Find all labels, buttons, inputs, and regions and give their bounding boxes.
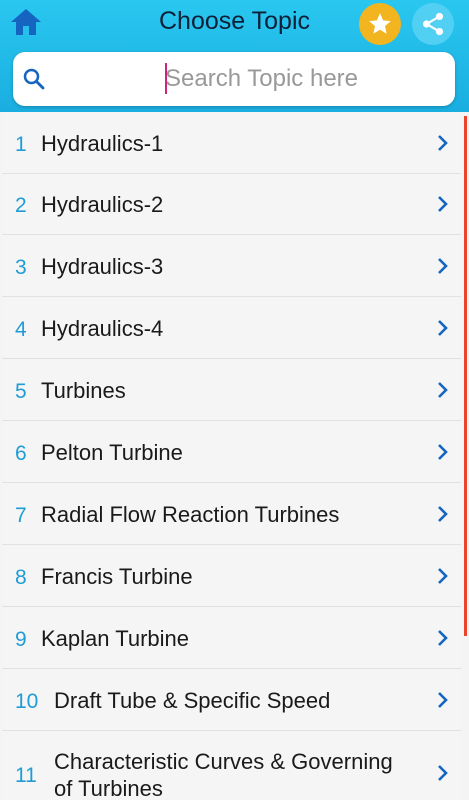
item-number: 2 (15, 194, 27, 217)
list-item[interactable]: 10 Draft Tube & Specific Speed (2, 670, 461, 731)
topic-list[interactable]: 1 Hydraulics-1 2 Hydraulics-2 3 Hydrauli… (0, 112, 469, 800)
item-label: Pelton Turbine (41, 440, 183, 465)
item-number: 11 (15, 764, 37, 787)
search-bar[interactable] (13, 52, 455, 106)
item-number: 5 (15, 380, 27, 403)
chevron-right-icon (438, 135, 448, 151)
item-label: Turbines (41, 378, 126, 403)
share-button[interactable] (412, 3, 454, 45)
list-item[interactable]: 3 Hydraulics-3 (2, 236, 461, 297)
chevron-right-icon (438, 196, 448, 212)
chevron-right-icon (438, 692, 448, 708)
item-number: 6 (15, 442, 27, 465)
item-label: Hydraulics-2 (41, 192, 164, 217)
item-label: Draft Tube & Specific Speed (54, 688, 331, 713)
list-item[interactable]: 9 Kaplan Turbine (2, 608, 461, 669)
item-number: 9 (15, 628, 27, 651)
chevron-right-icon (438, 630, 448, 646)
list-item[interactable]: 1 Hydraulics-1 (2, 113, 461, 174)
list-item[interactable]: 7 Radial Flow Reaction Turbines (2, 484, 461, 545)
item-number: 7 (15, 504, 27, 527)
item-number: 1 (15, 133, 27, 156)
search-input[interactable] (165, 62, 435, 96)
list-item[interactable]: 2 Hydraulics-2 (2, 174, 461, 235)
item-label-line-1: Characteristic Curves & Governing (54, 749, 393, 774)
item-label: Radial Flow Reaction Turbines (41, 502, 340, 527)
item-label: Hydraulics-1 (41, 131, 164, 156)
item-number: 4 (15, 318, 27, 341)
app-header: Choose Topic (0, 0, 469, 112)
item-number: 8 (15, 566, 27, 589)
list-item[interactable]: 4 Hydraulics-4 (2, 298, 461, 359)
chevron-right-icon (438, 258, 448, 274)
item-label: Francis Turbine (41, 564, 193, 589)
star-icon (369, 13, 391, 34)
chevron-right-icon (438, 444, 448, 460)
item-label-line-2: of Turbines (54, 776, 163, 800)
share-icon (422, 12, 444, 36)
chevron-right-icon (438, 568, 448, 584)
item-label: Kaplan Turbine (41, 626, 189, 651)
search-icon (23, 68, 45, 90)
item-label: Hydraulics-3 (41, 254, 164, 279)
list-item[interactable]: 5 Turbines (2, 360, 461, 421)
chevron-right-icon (438, 765, 448, 781)
chevron-right-icon (438, 382, 448, 398)
favorites-button[interactable] (359, 3, 401, 45)
list-item[interactable]: 11 Characteristic Curves & Governing of … (2, 732, 461, 800)
chevron-right-icon (438, 320, 448, 336)
item-number: 3 (15, 256, 27, 279)
text-cursor (165, 63, 167, 94)
item-label: Hydraulics-4 (41, 316, 164, 341)
list-item[interactable]: 8 Francis Turbine (2, 546, 461, 607)
list-item[interactable]: 6 Pelton Turbine (2, 422, 461, 483)
item-number: 10 (15, 690, 39, 713)
scrollbar[interactable] (464, 116, 467, 636)
chevron-right-icon (438, 506, 448, 522)
